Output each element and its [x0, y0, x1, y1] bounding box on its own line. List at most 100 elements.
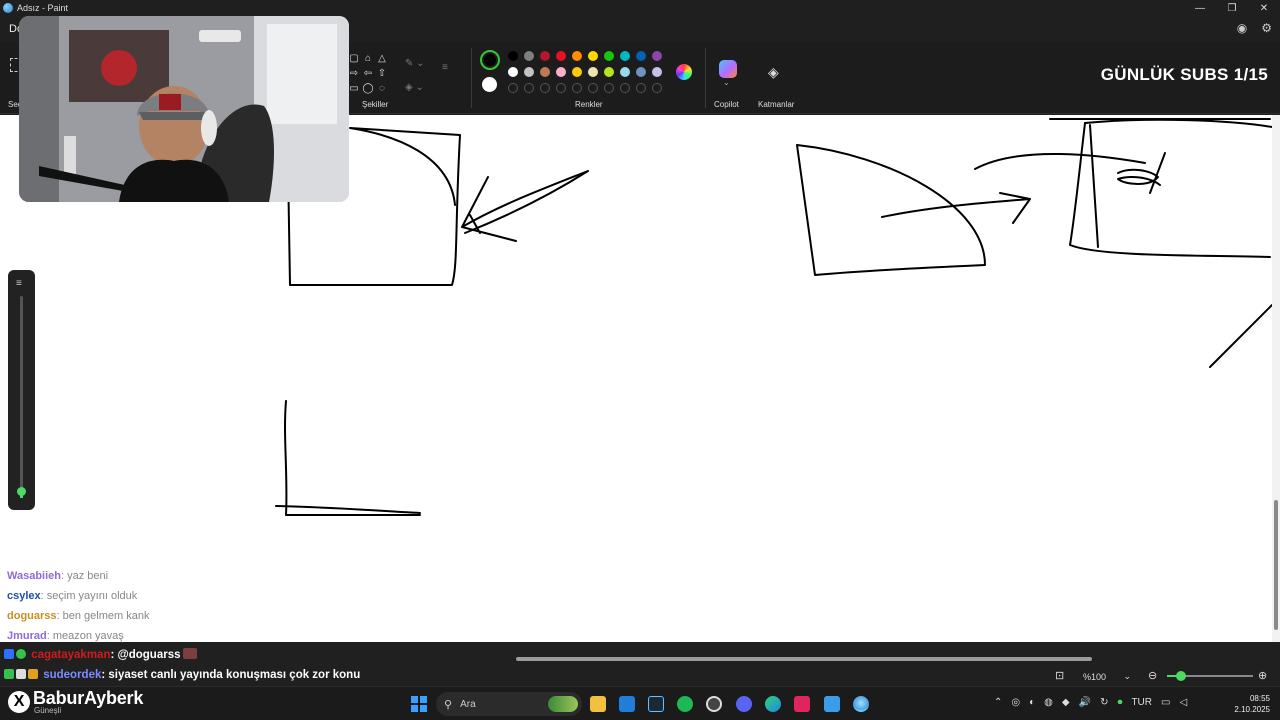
- callout-oval-shape-icon[interactable]: ◯: [361, 82, 375, 96]
- tray-app-icon[interactable]: ◐: [1029, 697, 1035, 708]
- color-swatch[interactable]: [556, 51, 566, 61]
- color-swatch[interactable]: [524, 67, 534, 77]
- arrow-left-shape-icon[interactable]: ⇦: [361, 67, 375, 81]
- color-swatch[interactable]: [604, 67, 614, 77]
- color-swatch[interactable]: [620, 51, 630, 61]
- rectangle-shape-icon[interactable]: ▢: [347, 52, 361, 66]
- zoom-in-icon[interactable]: ⊕: [1258, 669, 1267, 682]
- sync-icon[interactable]: ↻: [1100, 697, 1108, 708]
- chat-message: sudeordek: siyaset canlı yayında konuşma…: [4, 665, 360, 685]
- brush-size-track[interactable]: [20, 296, 23, 492]
- arrow-up-shape-icon[interactable]: ⇧: [375, 67, 389, 81]
- chat-text: : ben gelmem kank: [56, 610, 150, 622]
- line-width-icon[interactable]: ≡: [442, 62, 448, 73]
- custom-color-slot[interactable]: [572, 83, 582, 93]
- settings-icon[interactable]: ⚙: [1261, 21, 1272, 35]
- edit-colors-icon[interactable]: [676, 64, 692, 80]
- zoom-slider-knob[interactable]: [1175, 671, 1186, 681]
- custom-color-slot[interactable]: [620, 83, 630, 93]
- fit-to-window-icon[interactable]: ⊡: [1055, 669, 1064, 682]
- color-swatch[interactable]: [588, 51, 598, 61]
- minimize-icon[interactable]: —: [1184, 0, 1216, 16]
- custom-color-slot[interactable]: [636, 83, 646, 93]
- color-swatch[interactable]: [540, 67, 550, 77]
- microphone-icon[interactable]: ⏺: [1117, 697, 1122, 708]
- app-v-icon[interactable]: [794, 696, 810, 712]
- weather-label[interactable]: Güneşli: [34, 706, 61, 715]
- brush-size-knob[interactable]: [17, 487, 26, 496]
- triangle-shape-icon[interactable]: △: [375, 52, 389, 66]
- vertical-scrollbar[interactable]: [1272, 115, 1280, 642]
- color-swatch[interactable]: [572, 51, 582, 61]
- obs-icon[interactable]: [706, 696, 722, 712]
- custom-color-slot[interactable]: [524, 83, 534, 93]
- horizontal-scroll-thumb[interactable]: [516, 657, 1092, 661]
- account-icon[interactable]: ◉: [1237, 21, 1247, 35]
- copilot-icon[interactable]: [719, 60, 737, 78]
- system-tray: ⌃ ◎ ◐ ◍ ◆ 🔊 ↻ ⏺ TUR ▭ ◁: [994, 697, 1187, 708]
- file-explorer-icon[interactable]: [590, 696, 606, 712]
- brand-name: BaburAyberk: [33, 688, 144, 708]
- color-swatch[interactable]: [652, 67, 662, 77]
- zoom-dropdown[interactable]: %100 ⌄: [1077, 669, 1137, 684]
- start-menu-icon[interactable]: [411, 696, 427, 712]
- primary-color-swatch[interactable]: [480, 50, 500, 70]
- stroke-arrow-left: [461, 170, 589, 242]
- custom-color-slot[interactable]: [652, 83, 662, 93]
- language-indicator[interactable]: TUR: [1131, 697, 1152, 708]
- custom-color-slot[interactable]: [604, 83, 614, 93]
- color-swatch[interactable]: [604, 51, 614, 61]
- display-icon[interactable]: ▭: [1161, 697, 1170, 708]
- edge-icon[interactable]: [765, 696, 781, 712]
- secondary-color-swatch[interactable]: [482, 77, 497, 92]
- color-swatch[interactable]: [556, 67, 566, 77]
- taskbar: X BaburAyberk Güneşli ⚲ Ara ⌃ ◎ ◐ ◍ ◆ 🔊 ↻…: [0, 686, 1280, 720]
- vertical-scroll-thumb[interactable]: [1274, 500, 1278, 630]
- volume-icon[interactable]: 🔊: [1079, 697, 1091, 708]
- color-swatch[interactable]: [572, 67, 582, 77]
- color-swatch[interactable]: [524, 51, 534, 61]
- speaker-icon[interactable]: ◁: [1179, 697, 1187, 708]
- search-highlight-icon[interactable]: [548, 696, 578, 712]
- outline-icon[interactable]: ✎ ⌄: [405, 52, 425, 76]
- polygon-shape-icon[interactable]: ⌂: [361, 52, 375, 66]
- spotify-icon[interactable]: [677, 696, 693, 712]
- chevron-up-icon[interactable]: ⌃: [994, 697, 1002, 708]
- photos-icon[interactable]: [619, 696, 635, 712]
- zoom-out-icon[interactable]: ⊖: [1148, 669, 1157, 682]
- tray-app-icon[interactable]: ◍: [1044, 697, 1053, 708]
- chat-message: Jmurad: meazon yavaş: [7, 626, 149, 646]
- callout-cloud-shape-icon[interactable]: ◌: [375, 82, 389, 96]
- color-swatch[interactable]: [540, 51, 550, 61]
- color-swatch[interactable]: [620, 67, 630, 77]
- zoom-slider[interactable]: [1167, 671, 1253, 681]
- clock[interactable]: 08:55 2.10.2025: [1234, 693, 1270, 715]
- custom-color-slot[interactable]: [588, 83, 598, 93]
- copilot-chevron-icon[interactable]: ⌄: [723, 78, 730, 87]
- arrow-right-shape-icon[interactable]: ⇨: [347, 67, 361, 81]
- color-swatch[interactable]: [636, 67, 646, 77]
- color-swatch[interactable]: [508, 51, 518, 61]
- tray-app-icon[interactable]: ◎: [1011, 697, 1020, 708]
- color-swatch[interactable]: [636, 51, 646, 61]
- custom-color-slot[interactable]: [540, 83, 550, 93]
- color-swatch[interactable]: [652, 51, 662, 61]
- close-icon[interactable]: ✕: [1248, 0, 1280, 16]
- paint-taskbar-icon[interactable]: [853, 696, 869, 712]
- fill-icon[interactable]: ◈ ⌄: [405, 76, 425, 100]
- discord-icon[interactable]: [736, 696, 752, 712]
- color-swatch[interactable]: [508, 67, 518, 77]
- notepad-icon[interactable]: [824, 696, 840, 712]
- steam-tray-icon[interactable]: ◆: [1062, 697, 1070, 708]
- restore-icon[interactable]: ❐: [1216, 0, 1248, 16]
- callout-rect-shape-icon[interactable]: ▭: [347, 82, 361, 96]
- badge-icon: [28, 669, 38, 679]
- color-swatch[interactable]: [588, 67, 598, 77]
- steam-icon[interactable]: [648, 696, 664, 712]
- brush-size-slider[interactable]: ≡: [8, 270, 35, 510]
- custom-color-slot[interactable]: [556, 83, 566, 93]
- custom-color-slot[interactable]: [508, 83, 518, 93]
- copilot-section-label: Copilot: [714, 100, 739, 109]
- ribbon-divider: [705, 48, 706, 108]
- layers-icon[interactable]: ◈: [768, 64, 779, 81]
